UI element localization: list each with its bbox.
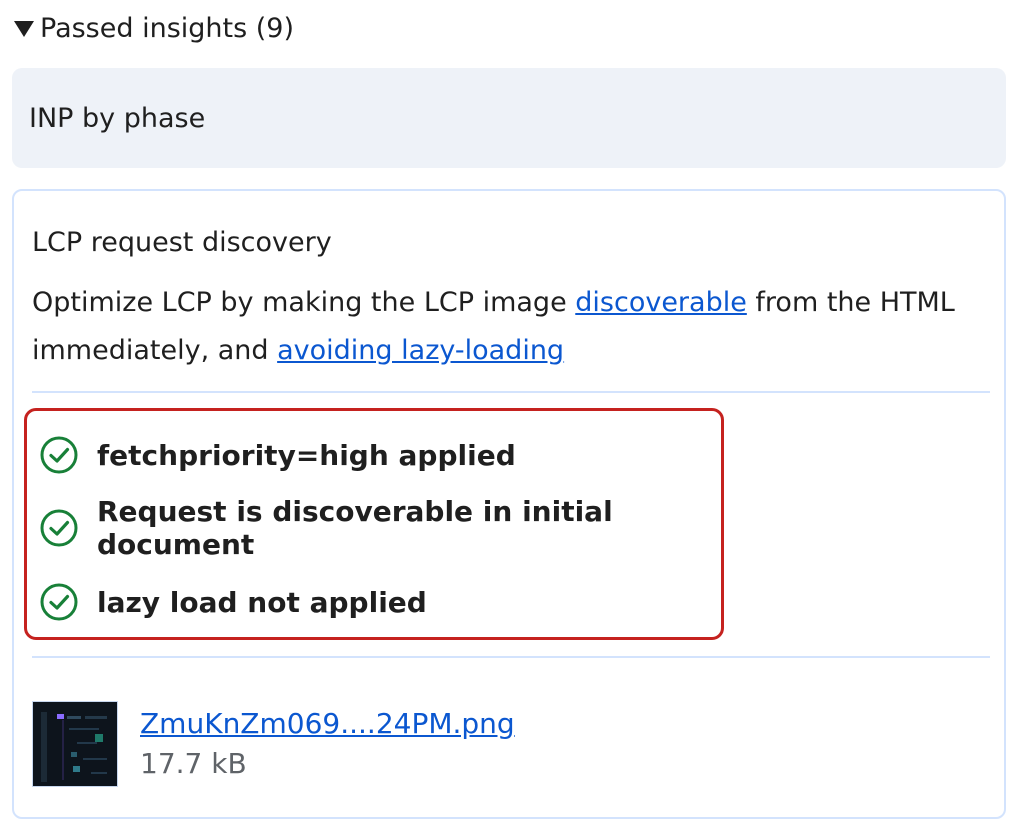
check-item: Request is discoverable in initial docum… (39, 495, 721, 561)
file-size: 17.7 kB (140, 747, 247, 780)
image-thumbnail[interactable] (32, 701, 118, 787)
discoverable-link[interactable]: discoverable (575, 287, 747, 318)
check-circle-icon (39, 582, 79, 622)
file-meta: ZmuKnZm069....24PM.png 17.7 kB (140, 704, 515, 784)
insights-panel: Passed insights (9) INP by phase LCP req… (0, 0, 1019, 831)
inp-by-phase-card[interactable]: INP by phase (12, 68, 1006, 168)
check-label: lazy load not applied (97, 585, 427, 619)
divider (32, 656, 990, 658)
lcp-request-discovery-card: LCP request discovery Optimize LCP by ma… (12, 189, 1006, 819)
checklist-highlight: fetchpriority=high applied Request is di… (24, 408, 724, 640)
caret-down-icon (14, 21, 34, 37)
avoiding-lazy-loading-link[interactable]: avoiding lazy-loading (277, 335, 564, 366)
check-item: lazy load not applied (39, 580, 427, 624)
check-item: fetchpriority=high applied (39, 433, 516, 477)
check-label: fetchpriority=high applied (97, 438, 516, 472)
check-circle-icon (39, 435, 79, 475)
passed-insights-toggle[interactable]: Passed insights (9) (14, 8, 294, 48)
check-circle-icon (39, 508, 79, 548)
lcp-card-title: LCP request discovery (32, 227, 332, 258)
description-text-1: Optimize LCP by making the LCP image (32, 287, 576, 318)
lcp-card-description: Optimize LCP by making the LCP image dis… (32, 279, 992, 375)
inp-card-title: INP by phase (29, 102, 206, 134)
file-name-link[interactable]: ZmuKnZm069....24PM.png (140, 704, 515, 744)
passed-insights-label: Passed insights (9) (40, 12, 294, 44)
check-label: Request is discoverable in initial docum… (97, 495, 613, 561)
lcp-resource-row: ZmuKnZm069....24PM.png 17.7 kB (32, 699, 515, 789)
divider (32, 391, 990, 393)
